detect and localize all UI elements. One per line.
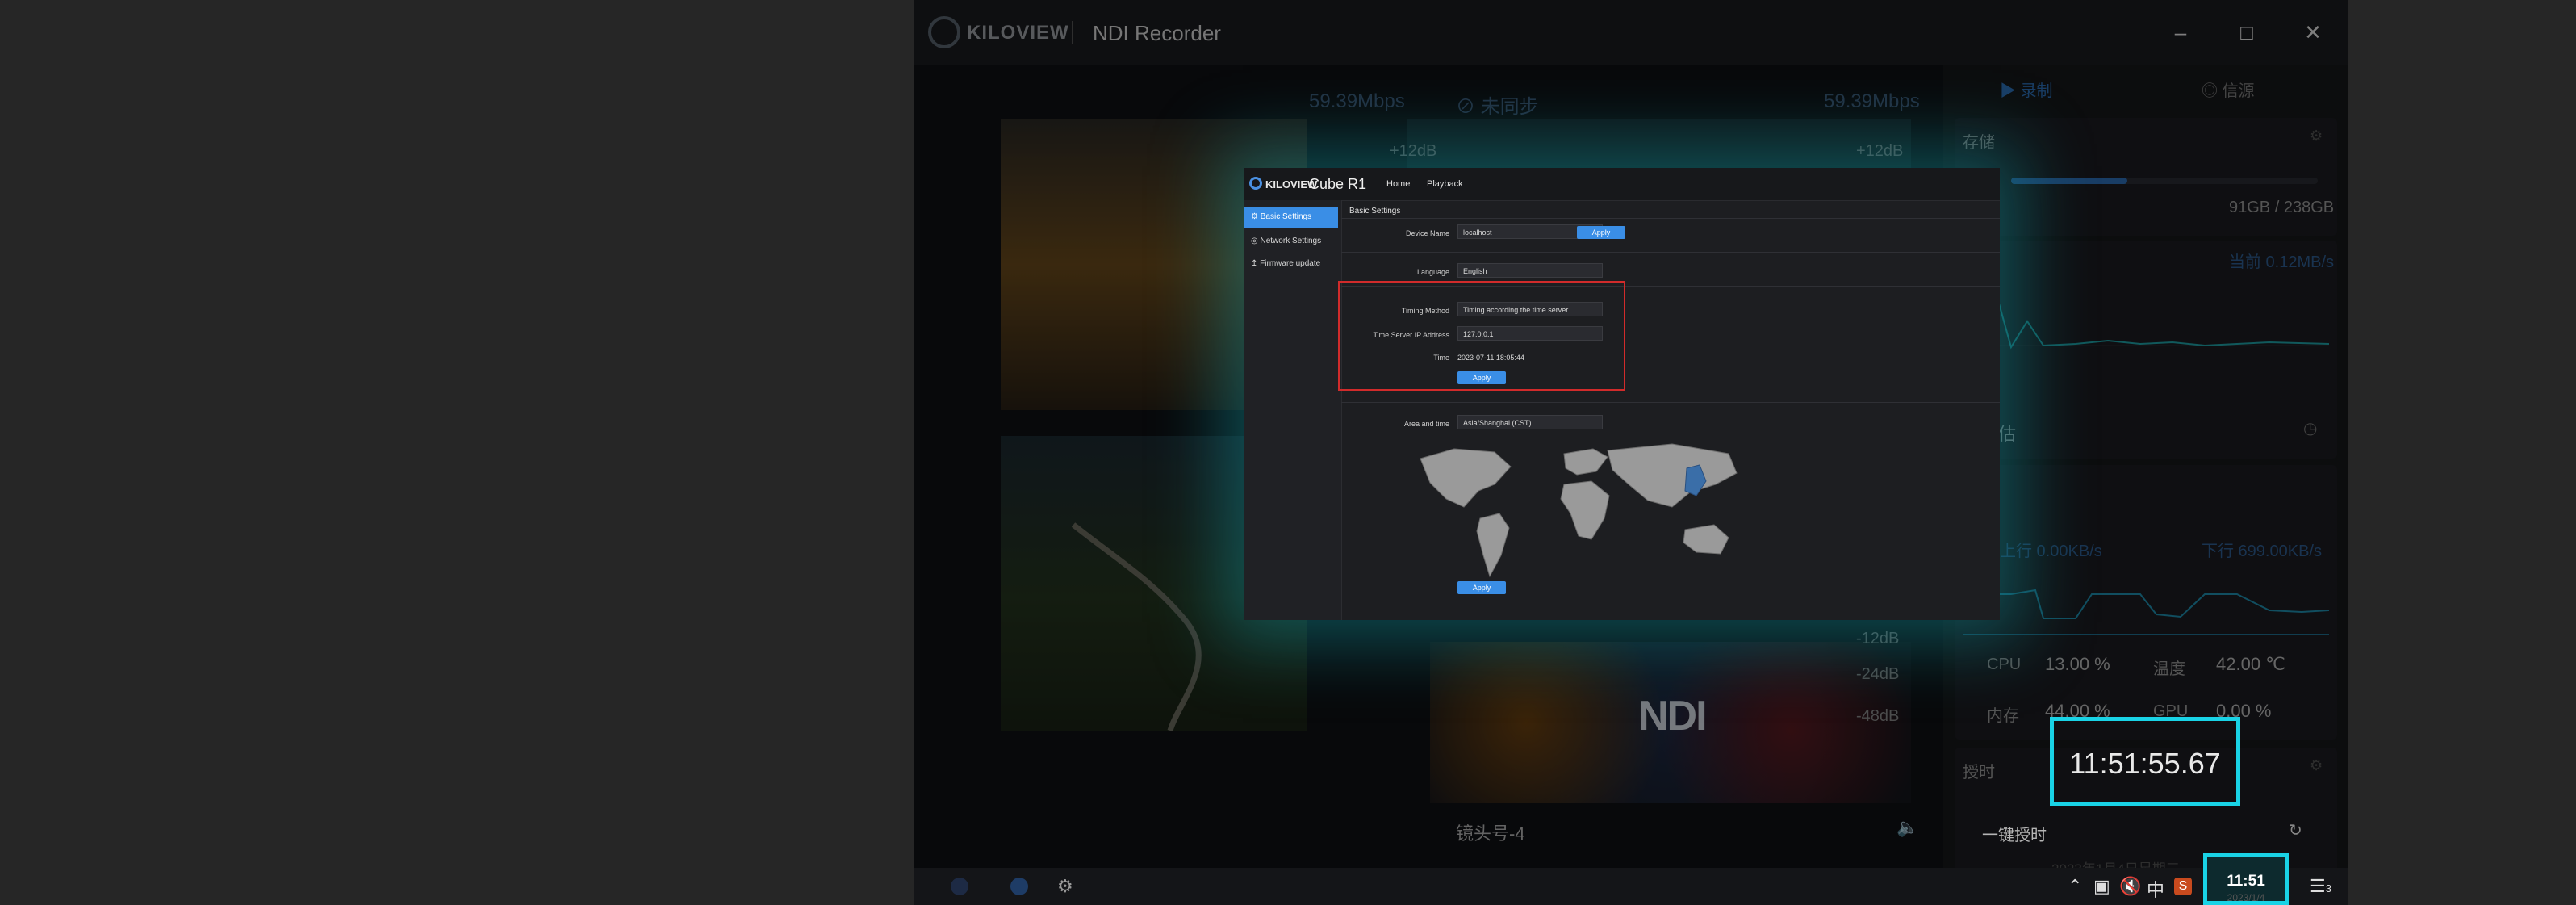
notification-count: 3 bbox=[2325, 882, 2331, 895]
timing-apply-button[interactable]: Apply bbox=[1457, 371, 1506, 384]
time-server-input[interactable]: 127.0.0.1 bbox=[1457, 326, 1603, 341]
sidebar-item-network-settings[interactable]: ◎ Network Settings bbox=[1244, 231, 1338, 252]
volume-mute-icon[interactable]: 🔇 bbox=[2119, 876, 2141, 897]
sidebar-item-network-label: Network Settings bbox=[1260, 237, 1322, 245]
taskbar: ⚙ ⌃ ▣ 🔇 中 S ☰3 bbox=[914, 868, 2348, 905]
area-value: Asia/Shanghai (CST) bbox=[1463, 419, 1532, 427]
device-name-label: Device Name bbox=[1405, 229, 1449, 237]
area-label: Area and time bbox=[1403, 420, 1449, 428]
sidebar-item-basic-settings[interactable]: ⚙ Basic Settings bbox=[1244, 207, 1338, 228]
timing-clock: 11:51:55.67 bbox=[2069, 747, 2221, 780]
gear-icon[interactable]: ⚙ bbox=[1057, 876, 1073, 897]
nav-home[interactable]: Home bbox=[1386, 179, 1410, 189]
nav-playback[interactable]: Playback bbox=[1427, 179, 1463, 189]
cube-title: Cube R1 bbox=[1309, 176, 1367, 192]
taskbar-app-icon-2[interactable] bbox=[1010, 878, 1028, 895]
timing-method-select[interactable]: Timing according the time server bbox=[1457, 302, 1603, 316]
one-click-timing[interactable]: 一键授时 bbox=[1982, 822, 2047, 845]
section-divider bbox=[1341, 218, 2000, 219]
timing-method-label: Timing Method bbox=[1401, 307, 1449, 315]
language-label: Language bbox=[1416, 268, 1449, 276]
time-server-label: Time Server IP Address bbox=[1373, 331, 1449, 339]
cube-logo-icon bbox=[1249, 177, 1262, 190]
sidebar-item-basic-label: Basic Settings bbox=[1260, 212, 1312, 221]
cube-header: KILOVIEW Cube R1 Home Playback bbox=[1244, 168, 2000, 201]
clock-highlight-box: 11:51:55.67 bbox=[2050, 717, 2240, 806]
area-apply-button[interactable]: Apply bbox=[1457, 581, 1506, 594]
network-icon[interactable]: ▣ bbox=[2093, 876, 2110, 897]
taskbar-app-icon-1[interactable] bbox=[951, 878, 968, 895]
cube-r1-web-ui: KILOVIEW Cube R1 Home Playback ⚙ Basic S… bbox=[1244, 168, 2000, 620]
sidebar-item-firmware-label: Firmware update bbox=[1260, 259, 1321, 268]
sidebar-item-firmware-update[interactable]: ↥ Firmware update bbox=[1244, 253, 1338, 274]
area-select[interactable]: Asia/Shanghai (CST) bbox=[1457, 415, 1603, 429]
sync-icon[interactable]: ↻ bbox=[2289, 820, 2302, 840]
tray-expand-icon[interactable]: ⌃ bbox=[2068, 876, 2082, 897]
tray-date: 2023/1/4 bbox=[2227, 892, 2265, 903]
world-map[interactable] bbox=[1406, 434, 1745, 580]
ime-indicator[interactable]: 中 bbox=[2147, 876, 2164, 902]
language-value: English bbox=[1463, 267, 1487, 275]
cube-sidebar: ⚙ Basic Settings ◎ Network Settings ↥ Fi… bbox=[1244, 200, 1342, 620]
input-method-icon[interactable]: S bbox=[2174, 878, 2192, 895]
tray-time: 11:51 bbox=[2227, 873, 2265, 890]
language-select[interactable]: English bbox=[1457, 263, 1603, 278]
timing-method-value: Timing according the time server bbox=[1463, 306, 1569, 314]
divider-3 bbox=[1341, 402, 2000, 403]
time-label: Time bbox=[1433, 354, 1449, 362]
device-name-apply-button[interactable]: Apply bbox=[1577, 226, 1625, 239]
time-value: 2023-07-11 18:05:44 bbox=[1457, 354, 1524, 362]
notification-icon[interactable]: ☰3 bbox=[2310, 876, 2331, 897]
time-server-value: 127.0.0.1 bbox=[1463, 330, 1494, 338]
tray-clock-highlight-box[interactable]: 11:51 2023/1/4 bbox=[2203, 853, 2289, 905]
section-title: Basic Settings bbox=[1349, 207, 1401, 216]
divider-1 bbox=[1341, 252, 2000, 253]
